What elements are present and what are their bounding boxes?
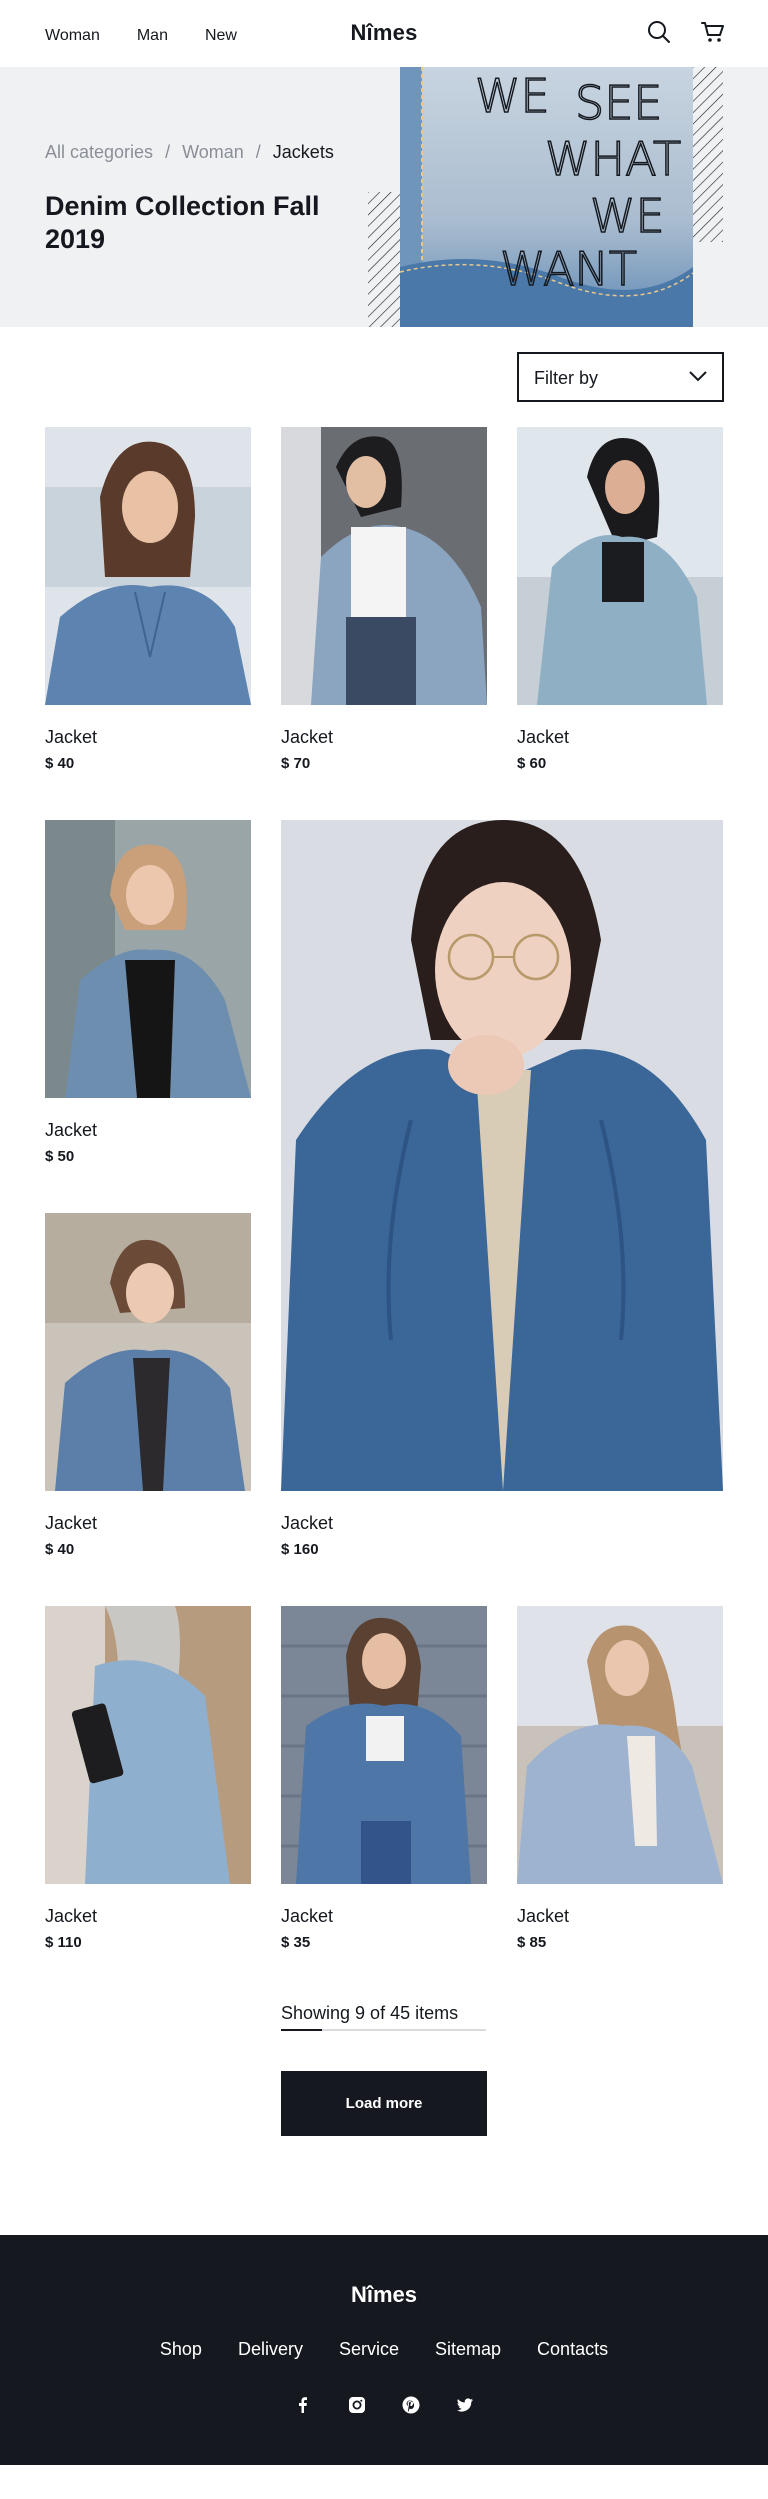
hero-denim-image: WE SEE WHAT WE WANT bbox=[400, 67, 693, 327]
product-image[interactable] bbox=[45, 427, 251, 705]
product-price: $ 60 bbox=[517, 755, 547, 772]
product-price: $ 40 bbox=[45, 1541, 75, 1558]
svg-text:WHAT: WHAT bbox=[545, 132, 681, 186]
search-icon[interactable] bbox=[646, 19, 672, 45]
product-card-featured[interactable]: Jacket $ 160 bbox=[281, 820, 723, 1558]
product-card[interactable]: Jacket $ 60 bbox=[517, 427, 723, 772]
chevron-down-icon bbox=[689, 371, 707, 382]
product-price: $ 40 bbox=[45, 755, 75, 772]
product-name: Jacket bbox=[45, 1906, 98, 1926]
product-card[interactable]: Jacket $ 50 bbox=[45, 820, 251, 1165]
breadcrumb-separator: / bbox=[165, 142, 171, 162]
product-name: Jacket bbox=[281, 1906, 334, 1926]
product-card[interactable]: Jacket $ 70 bbox=[281, 427, 487, 772]
hatch-pattern bbox=[693, 67, 723, 242]
svg-text:WE: WE bbox=[590, 189, 665, 243]
facebook-icon[interactable] bbox=[293, 2395, 313, 2415]
site-footer: Nîmes Shop Delivery Service Sitemap Cont… bbox=[0, 2235, 768, 2465]
product-image[interactable] bbox=[281, 820, 723, 1491]
product-name: Jacket bbox=[281, 1513, 334, 1533]
footer-nav: Shop Delivery Service Sitemap Contacts bbox=[0, 2339, 768, 2360]
product-image[interactable] bbox=[517, 427, 723, 705]
breadcrumb-current: Jackets bbox=[272, 142, 334, 162]
product-card[interactable]: Jacket $ 35 bbox=[281, 1606, 487, 1951]
product-card[interactable]: Jacket $ 85 bbox=[517, 1606, 723, 1951]
product-name: Jacket bbox=[45, 727, 98, 747]
footer-link-shop[interactable]: Shop bbox=[160, 2339, 202, 2360]
filter-label: Filter by bbox=[534, 368, 599, 388]
social-links bbox=[0, 2395, 768, 2415]
filter-dropdown[interactable]: Filter by bbox=[517, 352, 724, 402]
load-more-button[interactable]: Load more bbox=[281, 2071, 487, 2136]
breadcrumb-woman[interactable]: Woman bbox=[182, 142, 244, 163]
site-header: Woman Man New Nîmes bbox=[0, 0, 768, 67]
svg-text:WE: WE bbox=[475, 69, 550, 123]
footer-link-contacts[interactable]: Contacts bbox=[537, 2339, 608, 2360]
product-name: Jacket bbox=[281, 727, 334, 747]
product-price: $ 160 bbox=[281, 1541, 319, 1558]
hero-banner: All categories / Woman / Jackets Denim C… bbox=[0, 67, 768, 327]
pinterest-icon[interactable] bbox=[401, 2395, 421, 2415]
page-title: Denim Collection Fall 2019 bbox=[45, 191, 320, 254]
breadcrumb: All categories / Woman / Jackets bbox=[45, 142, 334, 163]
twitter-icon[interactable] bbox=[455, 2395, 475, 2415]
items-progress-bar bbox=[281, 2029, 486, 2031]
breadcrumb-all-categories[interactable]: All categories bbox=[45, 142, 153, 163]
svg-text:SEE: SEE bbox=[575, 76, 662, 130]
product-price: $ 70 bbox=[281, 755, 311, 772]
product-name: Jacket bbox=[517, 727, 570, 747]
product-card[interactable]: Jacket $ 40 bbox=[45, 1213, 251, 1558]
product-card[interactable]: Jacket $ 40 bbox=[45, 427, 251, 772]
breadcrumb-separator: / bbox=[255, 142, 261, 162]
instagram-icon[interactable] bbox=[347, 2395, 367, 2415]
product-image[interactable] bbox=[281, 427, 487, 705]
product-card[interactable]: Jacket $ 110 bbox=[45, 1606, 251, 1951]
footer-link-service[interactable]: Service bbox=[339, 2339, 399, 2360]
product-image[interactable] bbox=[45, 1606, 251, 1884]
progress-fill bbox=[281, 2029, 322, 2031]
footer-logo[interactable]: Nîmes bbox=[0, 2282, 768, 2308]
product-price: $ 50 bbox=[45, 1148, 75, 1165]
product-image[interactable] bbox=[517, 1606, 723, 1884]
product-name: Jacket bbox=[517, 1906, 570, 1926]
cart-icon[interactable] bbox=[700, 19, 726, 45]
product-name: Jacket bbox=[45, 1120, 98, 1140]
product-image[interactable] bbox=[45, 1213, 251, 1491]
product-price: $ 35 bbox=[281, 1934, 311, 1951]
footer-link-sitemap[interactable]: Sitemap bbox=[435, 2339, 501, 2360]
product-name: Jacket bbox=[45, 1513, 98, 1533]
product-price: $ 110 bbox=[45, 1934, 82, 1951]
hatch-pattern bbox=[368, 192, 400, 327]
footer-link-delivery[interactable]: Delivery bbox=[238, 2339, 303, 2360]
product-image[interactable] bbox=[281, 1606, 487, 1884]
product-price: $ 85 bbox=[517, 1934, 547, 1951]
items-count: Showing 9 of 45 items bbox=[281, 2003, 459, 2023]
product-image[interactable] bbox=[45, 820, 251, 1098]
svg-text:WANT: WANT bbox=[500, 242, 637, 296]
